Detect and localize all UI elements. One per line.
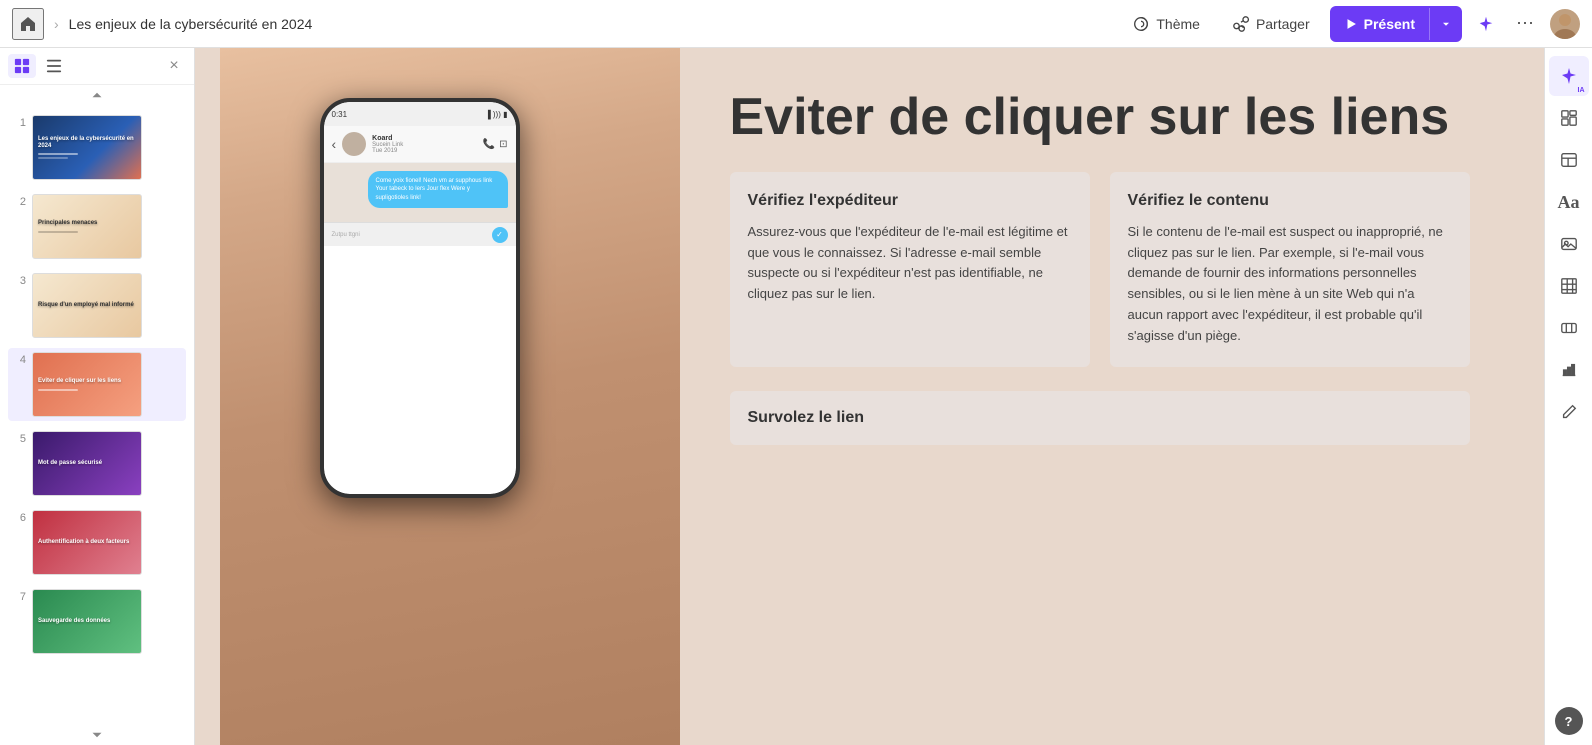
theme-button[interactable]: Thème <box>1120 9 1212 39</box>
sidebar-list-view-button[interactable] <box>40 54 68 78</box>
slide-title: Eviter de cliquer sur les liens <box>730 88 1470 148</box>
table-button[interactable] <box>1549 266 1589 306</box>
survolez-title: Survolez le lien <box>748 409 1452 427</box>
more-button[interactable]: ⋯ <box>1510 8 1542 40</box>
phone-header: ‹ Koard Sucein Link Tue 2019 📞 ⊡ <box>324 126 516 163</box>
phone-input-bar: Zutpu ttgni ✓ <box>324 222 516 246</box>
ai-button[interactable]: IA <box>1549 56 1589 96</box>
slide-image: 0:31 ▐ ))) ▮ ‹ Koard Sucein Link Tue 201… <box>220 48 680 745</box>
topbar: › Les enjeux de la cybersécurité en 2024… <box>0 0 1592 48</box>
image-button[interactable] <box>1549 224 1589 264</box>
slide-thumbnail: Risque d'un employé mal informé <box>32 273 142 338</box>
template-button[interactable] <box>1549 140 1589 180</box>
survolez-section: Survolez le lien <box>730 391 1470 445</box>
card2-body: Si le contenu de l'e-mail est suspect ou… <box>1128 222 1452 347</box>
right-panel: IA Aa <box>1544 48 1592 745</box>
slide-item[interactable]: 3 Risque d'un employé mal informé <box>8 269 186 342</box>
cards-row: Vérifiez l'expéditeur Assurez-vous que l… <box>730 172 1470 367</box>
slide-thumbnail: Mot de passe sécurisé <box>32 431 142 496</box>
slide-item[interactable]: 6 Authentification à deux facteurs <box>8 506 186 579</box>
present-main[interactable]: Présent <box>1330 8 1429 40</box>
card2-title: Vérifiez le contenu <box>1128 192 1452 210</box>
card-verifiez-contenu: Vérifiez le contenu Si le contenu de l'e… <box>1110 172 1470 367</box>
slide-thumbnail: Les enjeux de la cybersécurité en 2024 <box>32 115 142 180</box>
edit-button[interactable] <box>1549 392 1589 432</box>
sidebar: × 1 Les enjeux de la cybersécurité en 20… <box>0 48 195 745</box>
slides-list: 1 Les enjeux de la cybersécurité en 2024… <box>0 105 194 725</box>
card1-body: Assurez-vous que l'expéditeur de l'e-mai… <box>748 222 1072 305</box>
slide-item[interactable]: 5 Mot de passe sécurisé <box>8 427 186 500</box>
slide-item[interactable]: 2 Principales menaces <box>8 190 186 263</box>
help-button[interactable]: ? <box>1555 707 1583 735</box>
card-verifiez-expediteur: Vérifiez l'expéditeur Assurez-vous que l… <box>730 172 1090 367</box>
main-layout: × 1 Les enjeux de la cybersécurité en 20… <box>0 48 1592 745</box>
sidebar-scroll-down[interactable] <box>0 725 194 745</box>
layout-button[interactable] <box>1549 98 1589 138</box>
slide-item-active[interactable]: 4 Eviter de cliquer sur les liens <box>8 348 186 421</box>
slide-thumbnail: Authentification à deux facteurs <box>32 510 142 575</box>
slide-thumbnail: Eviter de cliquer sur les liens <box>32 352 142 417</box>
user-avatar[interactable] <box>1550 9 1580 39</box>
shape-button[interactable] <box>1549 308 1589 348</box>
slide-content: Eviter de cliquer sur les liens Vérifiez… <box>680 48 1520 745</box>
breadcrumb-separator: › <box>54 16 59 32</box>
present-button[interactable]: Présent <box>1330 6 1462 42</box>
present-dropdown-button[interactable] <box>1430 6 1462 42</box>
card1-title: Vérifiez l'expéditeur <box>748 192 1072 210</box>
slide-item[interactable]: 1 Les enjeux de la cybersécurité en 2024 <box>8 111 186 184</box>
phone-messages: Come yoix fionel! Nech vm ar supphous li… <box>324 163 516 222</box>
slide-item[interactable]: 7 Sauvegarde des données <box>8 585 186 658</box>
canvas-area: 0:31 ▐ ))) ▮ ‹ Koard Sucein Link Tue 201… <box>195 48 1544 745</box>
breadcrumb-title: Les enjeux de la cybersécurité en 2024 <box>69 16 313 32</box>
phone-contact-avatar <box>342 132 366 156</box>
sidebar-toolbar: × <box>0 48 194 85</box>
phone-status-bar: 0:31 ▐ ))) ▮ <box>324 102 516 126</box>
sparkle-button[interactable] <box>1470 8 1502 40</box>
sidebar-grid-view-button[interactable] <box>8 54 36 78</box>
sidebar-close-button[interactable]: × <box>162 54 186 78</box>
slide-thumbnail: Sauvegarde des données <box>32 589 142 654</box>
sidebar-scroll-up[interactable] <box>0 85 194 105</box>
chart-button[interactable] <box>1549 350 1589 390</box>
phone-send-button: ✓ <box>492 227 508 243</box>
phone-message: Come yoix fionel! Nech vm ar supphous li… <box>368 171 508 208</box>
slide-canvas: 0:31 ▐ ))) ▮ ‹ Koard Sucein Link Tue 201… <box>220 48 1520 745</box>
text-button[interactable]: Aa <box>1549 182 1589 222</box>
share-button[interactable]: Partager <box>1220 9 1322 39</box>
home-button[interactable] <box>12 8 44 40</box>
phone-device: 0:31 ▐ ))) ▮ ‹ Koard Sucein Link Tue 201… <box>320 98 520 498</box>
slide-thumbnail: Principales menaces <box>32 194 142 259</box>
